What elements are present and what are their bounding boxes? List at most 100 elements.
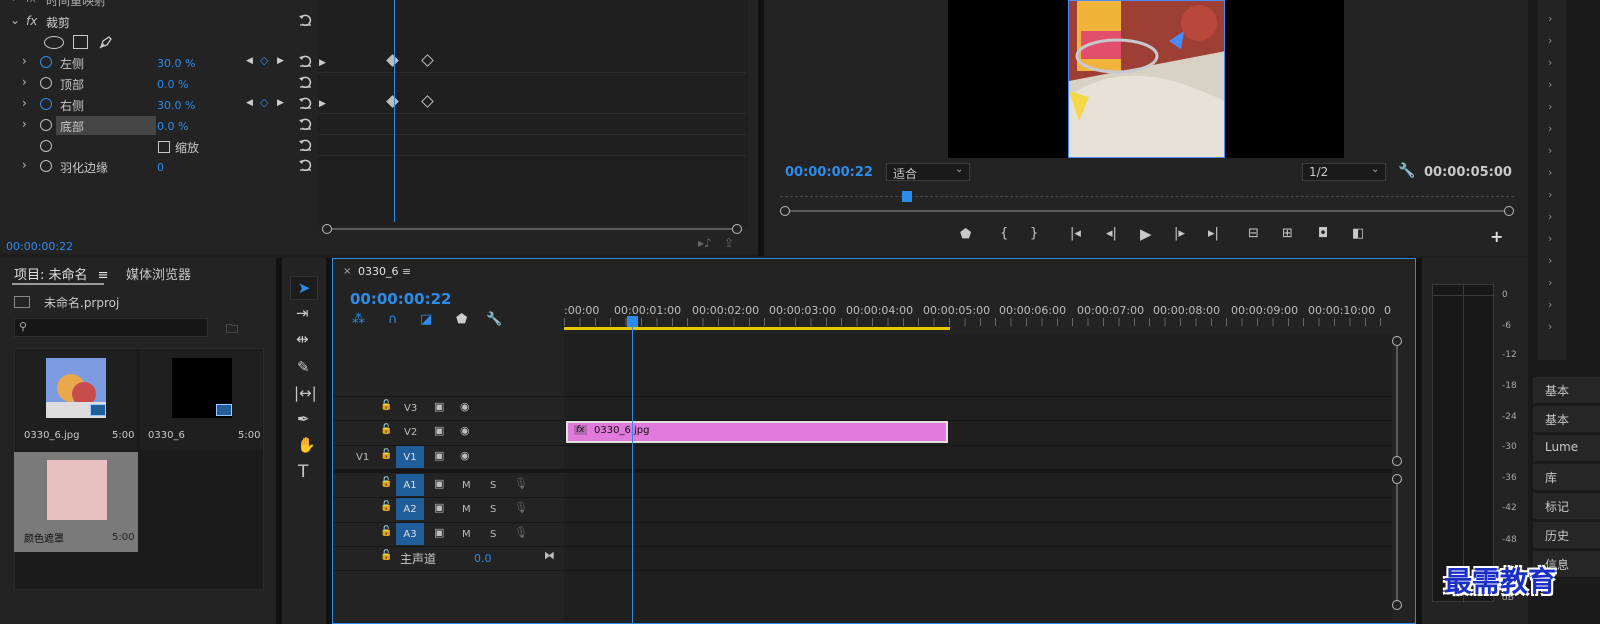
mute-button[interactable]: M <box>462 529 471 540</box>
stopwatch-icon[interactable] <box>40 140 52 152</box>
audio-scrollbar[interactable] <box>1392 474 1402 610</box>
video-scrollbar[interactable] <box>1392 336 1402 466</box>
ripple-edit-icon[interactable]: ⇹ <box>296 330 309 348</box>
microphone-icon[interactable]: 🎙 <box>514 501 528 514</box>
reset-icon[interactable] <box>298 55 312 67</box>
pen-tool-icon[interactable]: ✒ <box>297 410 310 428</box>
crop-top-value[interactable]: 0.0 % <box>157 78 188 91</box>
mark-in-icon[interactable]: { <box>1000 226 1008 241</box>
chevron-down-icon[interactable]: ⌄ <box>10 13 20 27</box>
nest-icon[interactable]: ⁂ <box>352 312 365 327</box>
project-item-image[interactable]: 0330_6.jpg 5:00 <box>16 350 136 450</box>
panel-menu-icon[interactable]: ≡ <box>98 268 109 283</box>
timeline-settings-icon[interactable]: 🔧 <box>486 312 502 327</box>
reset-icon[interactable] <box>298 14 312 26</box>
lock-icon[interactable]: 🔓 <box>380 501 392 512</box>
tab-sequence[interactable]: 0330_6 <box>358 265 399 278</box>
stopwatch-icon[interactable] <box>40 119 52 131</box>
right-panel-item[interactable]: 标记 <box>1533 493 1600 519</box>
sync-lock-icon[interactable]: ▣ <box>434 501 444 514</box>
solo-button[interactable]: S <box>490 504 496 515</box>
reset-icon[interactable] <box>298 76 312 88</box>
right-panel-item[interactable]: 历史 <box>1533 522 1600 548</box>
lock-icon[interactable]: 🔓 <box>380 424 392 435</box>
add-button-icon[interactable]: + <box>1490 227 1503 246</box>
sync-lock-icon[interactable]: ▣ <box>434 400 444 413</box>
track-target-a1[interactable]: A1 <box>396 474 424 496</box>
step-forward-icon[interactable]: |▸ <box>1174 226 1185 241</box>
panel-menu-icon[interactable]: ≡ <box>402 265 411 278</box>
stopwatch-active-icon[interactable] <box>40 56 52 68</box>
search-input[interactable]: ⚲ <box>14 318 208 337</box>
pen-mask-icon[interactable] <box>98 34 114 50</box>
mute-button[interactable]: M <box>462 480 471 491</box>
reset-icon[interactable] <box>298 97 312 109</box>
sync-lock-icon[interactable]: ▣ <box>434 449 444 462</box>
track-target-a3[interactable]: A3 <box>396 523 424 545</box>
camera-icon[interactable]: ◘ <box>1318 226 1328 241</box>
zoom-scrollbar[interactable] <box>322 224 742 234</box>
rectangle-mask-icon[interactable] <box>73 35 88 49</box>
solo-button[interactable]: S <box>490 480 496 491</box>
find-folder-icon[interactable]: 🗀 <box>226 320 238 341</box>
sync-lock-icon[interactable]: ▣ <box>434 477 444 490</box>
eye-icon[interactable]: ◉ <box>460 400 470 413</box>
add-keyframe-icon[interactable]: ◇ <box>260 54 268 67</box>
project-item-color-matte[interactable]: 颜色遮罩 5:00 <box>14 452 138 552</box>
timeline-timecode[interactable]: 00:00:00:22 <box>350 290 452 308</box>
crop-right-value[interactable]: 30.0 % <box>157 99 195 112</box>
go-to-end-icon[interactable]: ⧓ <box>544 549 555 562</box>
prev-keyframe-icon[interactable]: ◀ <box>246 56 253 66</box>
go-to-out-icon[interactable]: ▸| <box>1208 226 1219 241</box>
add-keyframe-icon[interactable]: ◇ <box>260 96 268 109</box>
wrench-icon[interactable]: 🔧 <box>1398 163 1415 179</box>
fx-icon[interactable]: fx <box>26 14 37 28</box>
lock-icon[interactable]: 🔓 <box>380 526 392 537</box>
tab-media-browser[interactable]: 媒体浏览器 <box>126 264 191 283</box>
timeline-playhead[interactable] <box>632 322 633 624</box>
chevron-right-icon[interactable]: › <box>22 54 27 68</box>
program-playhead[interactable] <box>902 191 912 202</box>
work-area-bar[interactable] <box>564 327 950 330</box>
slip-tool-icon[interactable]: |↔| <box>294 384 317 402</box>
master-volume[interactable]: 0.0 <box>474 552 492 565</box>
next-keyframe-icon[interactable]: ▶ <box>277 56 284 66</box>
right-panel-item[interactable]: 基本 <box>1533 406 1600 432</box>
play-audio-icon[interactable]: ▸♪ <box>698 236 712 250</box>
type-tool-icon[interactable]: T <box>298 462 308 482</box>
chevron-right-icon[interactable]: › <box>22 158 27 172</box>
track-select-icon[interactable]: ⇥ <box>296 304 309 322</box>
crop-effect-header[interactable]: ⌄ fx 裁剪 <box>0 12 318 32</box>
stopwatch-active-icon[interactable] <box>40 98 52 110</box>
fit-dropdown[interactable]: 适合 ⌄ <box>886 163 970 181</box>
crop-bottom-value[interactable]: 0.0 % <box>157 120 188 133</box>
crop-left-value[interactable]: 30.0 % <box>157 57 195 70</box>
razor-icon[interactable]: ✎ <box>297 358 310 376</box>
solo-button[interactable]: S <box>490 529 496 540</box>
source-patch-v1[interactable]: V1 <box>356 452 369 463</box>
linked-selection-icon[interactable]: ◪ <box>420 312 432 327</box>
ellipse-mask-icon[interactable] <box>44 36 64 49</box>
keyframe-marker[interactable]: ▶ <box>319 99 326 109</box>
reset-icon[interactable] <box>298 159 312 171</box>
reset-icon[interactable] <box>298 118 312 130</box>
chevron-right-icon[interactable]: › <box>22 96 27 110</box>
next-keyframe-icon[interactable]: ▶ <box>277 98 284 108</box>
lift-icon[interactable]: ⊟ <box>1248 226 1259 241</box>
lock-icon[interactable]: 🔓 <box>380 400 392 411</box>
prev-keyframe-icon[interactable]: ◀ <box>246 98 253 108</box>
lock-icon[interactable]: 🔓 <box>380 550 392 561</box>
add-marker-icon[interactable]: ⬟ <box>456 312 467 327</box>
feather-value[interactable]: 0 <box>157 161 164 174</box>
close-tab-icon[interactable]: × <box>343 266 351 277</box>
snap-icon[interactable]: ∩ <box>388 312 398 327</box>
add-marker-icon[interactable]: ⬟ <box>960 227 971 242</box>
right-panel-item[interactable]: 库 <box>1533 464 1600 490</box>
eye-icon[interactable]: ◉ <box>460 424 470 437</box>
right-panel-item[interactable]: Lume <box>1533 435 1600 461</box>
effect-playhead[interactable] <box>394 0 395 222</box>
tab-project[interactable]: 项目: 未命名 ≡ <box>14 264 109 283</box>
keyframe-marker[interactable]: ▶ <box>319 58 326 68</box>
program-mini-ruler[interactable] <box>780 190 1514 218</box>
track-target-a2[interactable]: A2 <box>396 498 424 520</box>
